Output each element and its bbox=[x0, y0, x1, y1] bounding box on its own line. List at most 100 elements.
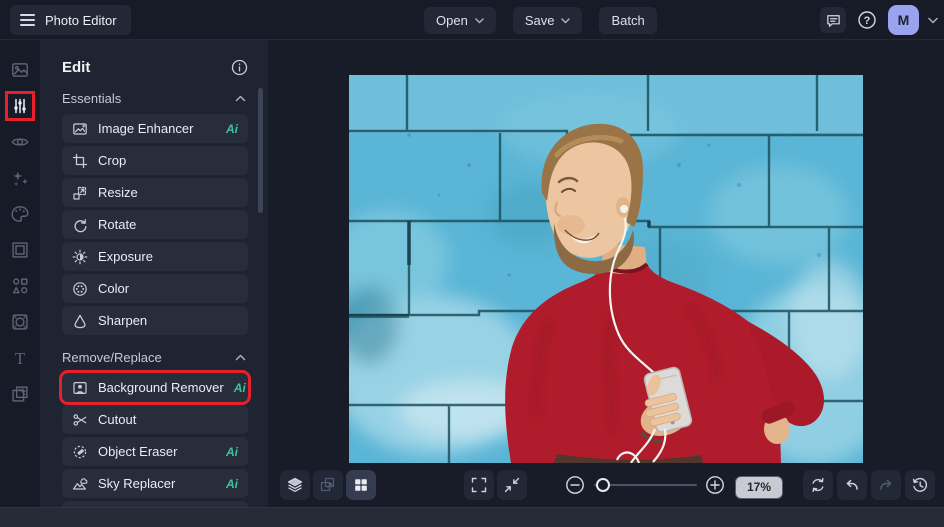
open-button[interactable]: Open bbox=[424, 7, 496, 34]
ai-badge: Ai bbox=[226, 121, 238, 136]
batch-button-label: Batch bbox=[611, 13, 645, 28]
toolbar-history-group bbox=[803, 470, 935, 500]
layers-icon bbox=[287, 477, 303, 492]
canvas-area: 17% bbox=[268, 40, 944, 507]
sidebar-item-touch-up[interactable] bbox=[0, 131, 40, 153]
eye-icon bbox=[11, 138, 29, 146]
sharpen-icon bbox=[72, 313, 88, 329]
reset-icon bbox=[812, 477, 824, 493]
zoom-slider[interactable] bbox=[594, 470, 697, 500]
frame-icon bbox=[12, 242, 28, 258]
edit-panel: Edit Essentials Image Enhancer Ai Crop R… bbox=[40, 40, 268, 507]
history-clock-icon bbox=[912, 477, 928, 492]
photo-man-red-sweater-blue-wall[interactable] bbox=[349, 75, 863, 463]
save-button-label: Save bbox=[524, 13, 555, 28]
avatar-initial: M bbox=[897, 12, 910, 28]
avatar[interactable]: M bbox=[888, 5, 919, 35]
menu-item-label: Rotate bbox=[98, 217, 137, 232]
main-area: T Edit Essentials Image Enhancer Ai Crop… bbox=[0, 40, 944, 507]
sidebar-item-textures[interactable] bbox=[0, 383, 40, 405]
shapes-icon bbox=[12, 278, 28, 294]
undo-button[interactable] bbox=[837, 470, 867, 500]
grid-view-button[interactable] bbox=[346, 470, 376, 500]
menu-item-label: Sharpen bbox=[98, 313, 148, 328]
rotate-icon bbox=[72, 217, 88, 233]
sidebar-item-overlays[interactable] bbox=[0, 311, 40, 333]
hamburger-icon bbox=[20, 14, 35, 26]
remove-replace-rows: Background Remover Ai Cutout Object Eras… bbox=[40, 365, 268, 507]
app-title: Photo Editor bbox=[45, 12, 117, 28]
ai-badge: Ai bbox=[226, 476, 238, 491]
sidebar-item-text[interactable]: T bbox=[0, 347, 40, 369]
batch-button[interactable]: Batch bbox=[599, 7, 657, 34]
fullscreen-button[interactable] bbox=[464, 470, 494, 500]
menu-item-rotate[interactable]: Rotate bbox=[62, 210, 248, 239]
menu-item-sharpen[interactable]: Sharpen bbox=[62, 306, 248, 335]
sidebar-item-frames[interactable] bbox=[0, 239, 40, 261]
exposure-icon bbox=[72, 249, 88, 265]
fullscreen-icon bbox=[471, 477, 487, 493]
grid-icon bbox=[355, 479, 367, 491]
menu-item-color[interactable]: Color bbox=[62, 274, 248, 303]
tool-rail: T bbox=[0, 40, 40, 507]
menu-item-partial[interactable] bbox=[62, 501, 248, 507]
main-menu-button[interactable]: Photo Editor bbox=[10, 5, 131, 35]
info-icon bbox=[231, 59, 248, 76]
menu-item-label: Exposure bbox=[98, 249, 153, 264]
zoom-in-button[interactable] bbox=[702, 470, 728, 500]
layers-button[interactable] bbox=[280, 470, 310, 500]
zoom-percentage-input[interactable]: 17% bbox=[736, 476, 782, 498]
fit-screen-button[interactable] bbox=[497, 470, 527, 500]
sidebar-item-artsy[interactable] bbox=[0, 203, 40, 225]
info-button[interactable] bbox=[231, 59, 248, 76]
minus-circle-icon bbox=[566, 476, 584, 494]
image-manager-icon bbox=[12, 63, 28, 77]
save-button[interactable]: Save bbox=[512, 7, 583, 34]
menu-item-object-eraser[interactable]: Object Eraser Ai bbox=[62, 437, 248, 466]
sidebar-item-effects[interactable] bbox=[0, 167, 40, 189]
account-chevron-down-icon[interactable] bbox=[928, 17, 938, 24]
reset-button[interactable] bbox=[803, 470, 833, 500]
section-label: Essentials bbox=[62, 90, 122, 106]
sidebar-item-graphics[interactable] bbox=[0, 275, 40, 297]
photo-editor-app: Photo Editor Open Save Batch ? M T Edit … bbox=[0, 0, 944, 527]
help-button[interactable]: ? bbox=[855, 8, 879, 32]
menu-item-image-enhancer[interactable]: Image Enhancer Ai bbox=[62, 114, 248, 143]
zoom-out-button[interactable] bbox=[562, 470, 588, 500]
help-glyph: ? bbox=[864, 15, 871, 27]
text-tool-icon: T bbox=[15, 349, 25, 368]
history-button[interactable] bbox=[905, 470, 935, 500]
edit-selected-highlight bbox=[5, 91, 35, 121]
scissors-icon bbox=[72, 412, 88, 428]
object-eraser-icon bbox=[72, 444, 88, 460]
background-remover-icon bbox=[72, 380, 88, 396]
duplicate-icon bbox=[320, 477, 335, 492]
sky-replacer-icon bbox=[72, 476, 88, 492]
essentials-rows: Image Enhancer Ai Crop Resize Rotate Exp… bbox=[40, 106, 268, 335]
menu-item-cutout[interactable]: Cutout bbox=[62, 405, 248, 434]
menu-item-exposure[interactable]: Exposure bbox=[62, 242, 248, 271]
redo-button[interactable] bbox=[871, 470, 901, 500]
menu-item-label: Sky Replacer bbox=[98, 476, 176, 491]
feedback-chat-button[interactable] bbox=[820, 7, 846, 33]
redo-icon bbox=[880, 479, 892, 490]
zoom-slider-knob[interactable] bbox=[596, 478, 610, 492]
menu-item-resize[interactable]: Resize bbox=[62, 178, 248, 207]
menu-item-crop[interactable]: Crop bbox=[62, 146, 248, 175]
overlay-icon bbox=[12, 314, 28, 330]
zoom-percentage-value: 17% bbox=[746, 480, 772, 494]
toolbar-left-group bbox=[280, 470, 376, 500]
section-essentials[interactable]: Essentials bbox=[40, 90, 268, 106]
sidebar-item-edit[interactable] bbox=[0, 91, 40, 121]
sliders-icon bbox=[14, 98, 26, 114]
menu-item-background-remover[interactable]: Background Remover Ai bbox=[62, 373, 248, 402]
menu-item-sky-replacer[interactable]: Sky Replacer Ai bbox=[62, 469, 248, 498]
crop-icon bbox=[72, 153, 88, 169]
section-remove-replace[interactable]: Remove/Replace bbox=[40, 349, 268, 365]
section-label: Remove/Replace bbox=[62, 349, 162, 365]
image-enhancer-icon bbox=[72, 121, 88, 137]
help-icon: ? bbox=[858, 11, 876, 29]
flatten-button[interactable] bbox=[313, 470, 343, 500]
sidebar-item-image-manager[interactable] bbox=[0, 59, 40, 81]
panel-scrollbar[interactable] bbox=[258, 88, 263, 213]
